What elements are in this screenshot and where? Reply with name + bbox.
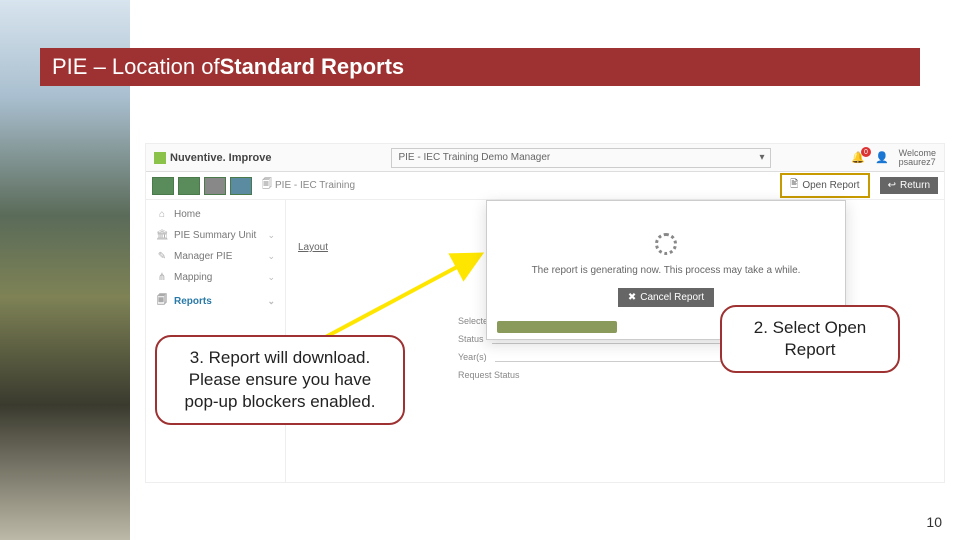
breadcrumb: 🗐 PIE - IEC Training (262, 177, 355, 194)
sidebar-item-mapping[interactable]: ⋔ Mapping ⌄ (146, 267, 285, 288)
unit-selector-value: PIE - IEC Training Demo Manager (398, 152, 550, 163)
progress-bar (497, 321, 617, 333)
sidebar-item-reports[interactable]: 🗐 Reports ⌄ (146, 288, 285, 315)
report-icon: 🖹 (790, 177, 798, 194)
cancel-report-label: Cancel Report (640, 292, 704, 303)
chevron-down-icon: ⌄ (267, 272, 275, 283)
edit-icon: ✎ (156, 251, 168, 262)
sidebar-item-label: Mapping (174, 272, 267, 283)
building-icon: 🏛 (156, 230, 168, 241)
close-icon: ✖ (628, 292, 636, 303)
loading-spinner-icon (655, 233, 677, 255)
brand-logo-icon (154, 152, 166, 164)
welcome-block: Welcome psaurez7 (899, 149, 936, 167)
status-label: Status (458, 334, 484, 344)
return-label: Return (900, 180, 930, 191)
years-label: Year(s) (458, 352, 487, 362)
notification-badge: 0 (861, 147, 871, 157)
title-text-plain: PIE – Location of (52, 54, 220, 80)
help-button[interactable] (152, 177, 174, 195)
brand: Nuventive. Improve (154, 152, 271, 164)
unit-selector[interactable]: PIE - IEC Training Demo Manager ▾ (391, 148, 771, 168)
sidebar-item-label: PIE Summary Unit (174, 230, 267, 241)
open-report-button[interactable]: 🖹 Open Report (780, 173, 869, 198)
sidebar-item-manager[interactable]: ✎ Manager PIE ⌄ (146, 246, 285, 267)
sidebar-item-label: Home (174, 209, 275, 220)
sidebar-item-label: Manager PIE (174, 251, 267, 262)
breadcrumb-icon: 🗐 (262, 177, 272, 194)
toolbar: 🗐 PIE - IEC Training 🖹 Open Report ↩ Ret… (146, 172, 944, 200)
sidebar-item-label: Reports (174, 296, 267, 307)
mapping-icon: ⋔ (156, 272, 168, 283)
slide-title-bar: PIE – Location of Standard Reports (40, 48, 920, 86)
chevron-down-icon: ⌄ (267, 296, 275, 307)
title-text-bold: Standard Reports (220, 54, 405, 80)
chevron-down-icon: ▾ (759, 152, 764, 163)
info-button[interactable] (178, 177, 200, 195)
breadcrumb-text: PIE - IEC Training (275, 180, 355, 191)
return-arrow-icon: ↩ (888, 180, 896, 191)
welcome-user: psaurez7 (899, 158, 936, 167)
notification-bell[interactable]: 🔔 0 (851, 151, 865, 164)
filter-button[interactable] (230, 177, 252, 195)
annotation-step-2: 2. Select Open Report (720, 305, 900, 373)
open-report-label: Open Report (802, 180, 859, 191)
sidebar-item-home[interactable]: ⌂ Home (146, 204, 285, 225)
app-header: Nuventive. Improve PIE - IEC Training De… (146, 144, 944, 172)
modal-message: The report is generating now. This proce… (532, 265, 801, 276)
sidebar-item-summary[interactable]: 🏛 PIE Summary Unit ⌄ (146, 225, 285, 246)
tool-button-3[interactable] (204, 177, 226, 195)
brand-name: Nuventive. Improve (170, 152, 271, 164)
chevron-down-icon: ⌄ (267, 230, 275, 241)
chevron-down-icon: ⌄ (267, 251, 275, 262)
reports-icon: 🗐 (156, 293, 168, 310)
cancel-report-button[interactable]: ✖ Cancel Report (618, 288, 714, 307)
return-button[interactable]: ↩ Return (880, 177, 938, 194)
annotation-step-3: 3. Report will download. Please ensure y… (155, 335, 405, 425)
home-icon: ⌂ (156, 209, 168, 220)
page-number: 10 (926, 514, 942, 530)
request-status-label: Request Status (458, 370, 520, 380)
user-icon[interactable]: 👤 (875, 151, 889, 164)
